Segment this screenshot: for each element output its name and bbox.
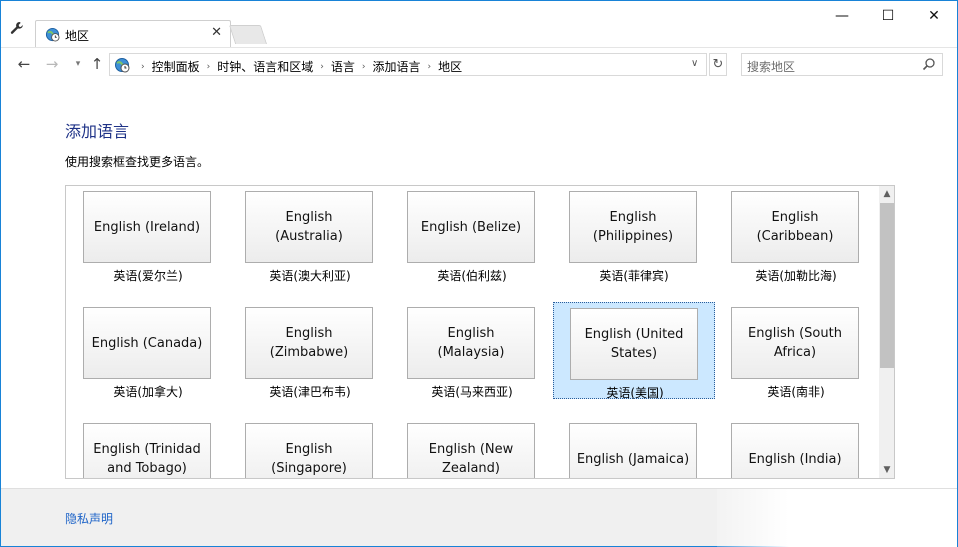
- scrollbar-thumb[interactable]: [880, 203, 894, 368]
- language-label: 英语(加拿大): [113, 385, 183, 399]
- language-card[interactable]: English (Caribbean): [731, 191, 859, 263]
- chevron-right-icon[interactable]: ›: [362, 62, 366, 72]
- refresh-button[interactable]: ↻: [709, 53, 727, 76]
- breadcrumb-language[interactable]: 语言: [331, 58, 355, 75]
- breadcrumb: › 控制面板 › 时钟、语言和区域 › 语言 › 添加语言 › 地区: [134, 58, 462, 75]
- language-item[interactable]: English (Jamaica): [553, 418, 715, 478]
- new-tab-button[interactable]: [228, 25, 268, 44]
- tab-region[interactable]: 地区 ✕: [35, 20, 231, 47]
- language-label: 英语(加勒比海): [755, 269, 837, 283]
- language-item[interactable]: English (New Zealand): [391, 418, 553, 478]
- language-label: 英语(菲律宾): [599, 269, 669, 283]
- globe-clock-icon: [115, 58, 130, 73]
- tab-title: 地区: [65, 29, 90, 43]
- wrench-icon[interactable]: [10, 21, 24, 35]
- forward-button[interactable]: →: [43, 55, 61, 73]
- language-card[interactable]: English (India): [731, 423, 859, 478]
- title-bar: 地区 ✕ — ☐ ✕: [1, 1, 957, 47]
- search-placeholder: 搜索地区: [747, 60, 796, 74]
- globe-clock-icon: [45, 27, 60, 42]
- up-button[interactable]: ↑: [88, 55, 106, 73]
- language-item[interactable]: English (Caribbean) 英语(加勒比海): [715, 186, 877, 283]
- language-item[interactable]: English (Australia) 英语(澳大利亚): [229, 186, 391, 283]
- language-item[interactable]: English (Ireland) 英语(爱尔兰): [67, 186, 229, 283]
- chevron-right-icon[interactable]: ›: [141, 62, 145, 72]
- language-item[interactable]: English (Canada) 英语(加拿大): [67, 302, 229, 399]
- language-card[interactable]: English (Trinidad and Tobago): [83, 423, 211, 478]
- language-item[interactable]: English (Philippines) 英语(菲律宾): [553, 186, 715, 283]
- footer-fade: [717, 489, 957, 547]
- scroll-up-icon[interactable]: ▲: [879, 186, 894, 202]
- language-label: 英语(津巴布韦): [269, 385, 351, 399]
- language-card[interactable]: English (Malaysia): [407, 307, 535, 379]
- search-input[interactable]: 搜索地区: [741, 53, 943, 76]
- close-tab-icon[interactable]: ✕: [211, 25, 222, 40]
- language-card[interactable]: English (Australia): [245, 191, 373, 263]
- search-icon[interactable]: [922, 57, 936, 71]
- breadcrumb-clock-language-region[interactable]: 时钟、语言和区域: [217, 58, 313, 75]
- address-bar[interactable]: › 控制面板 › 时钟、语言和区域 › 语言 › 添加语言 › 地区 ∨: [109, 53, 707, 76]
- chevron-down-icon[interactable]: ∨: [691, 58, 698, 69]
- breadcrumb-add-language[interactable]: 添加语言: [372, 58, 420, 75]
- footer: 隐私声明: [1, 488, 957, 547]
- language-card[interactable]: English (Zimbabwe): [245, 307, 373, 379]
- language-item[interactable]: English (United States) 英语(美国): [553, 302, 715, 400]
- navigation-bar: ← → ▾ ↑ › 控制面板 › 时钟、语言和区域 › 语言 › 添加语言 › …: [1, 47, 957, 80]
- language-label: 英语(爱尔兰): [113, 269, 183, 283]
- language-label: 英语(南非): [767, 385, 825, 399]
- language-item[interactable]: English (Singapore): [229, 418, 391, 478]
- page-title: 添加语言: [65, 122, 130, 141]
- window-close-button[interactable]: ✕: [911, 1, 957, 32]
- instruction-text: 使用搜索框查找更多语言。: [65, 155, 210, 169]
- language-card[interactable]: English (South Africa): [731, 307, 859, 379]
- chevron-right-icon[interactable]: ›: [428, 62, 432, 72]
- scroll-down-icon[interactable]: ▼: [879, 462, 894, 478]
- language-card[interactable]: English (New Zealand): [407, 423, 535, 478]
- control-panel-window: 地区 ✕ — ☐ ✕ ← → ▾ ↑ › 控制面板 › 时钟、语言和区域 › 语…: [0, 0, 958, 547]
- language-label: 英语(马来西亚): [431, 385, 513, 399]
- language-item[interactable]: English (Belize) 英语(伯利兹): [391, 186, 553, 283]
- language-label: 英语(美国): [606, 386, 664, 400]
- maximize-button[interactable]: ☐: [865, 1, 911, 32]
- language-card[interactable]: English (Philippines): [569, 191, 697, 263]
- breadcrumb-control-panel[interactable]: 控制面板: [152, 58, 200, 75]
- language-label: 英语(伯利兹): [437, 269, 507, 283]
- chevron-right-icon[interactable]: ›: [320, 62, 324, 72]
- breadcrumb-region[interactable]: 地区: [438, 58, 462, 75]
- vertical-scrollbar[interactable]: ▲ ▼: [879, 186, 894, 478]
- language-card[interactable]: English (Belize): [407, 191, 535, 263]
- language-item[interactable]: English (Zimbabwe) 英语(津巴布韦): [229, 302, 391, 399]
- chevron-right-icon[interactable]: ›: [207, 62, 211, 72]
- language-card[interactable]: English (United States): [570, 308, 698, 380]
- recent-locations-button[interactable]: ▾: [69, 55, 87, 73]
- language-card[interactable]: English (Ireland): [83, 191, 211, 263]
- language-item[interactable]: English (South Africa) 英语(南非): [715, 302, 877, 399]
- language-list[interactable]: English (Ireland) 英语(爱尔兰) English (Austral…: [65, 185, 895, 479]
- language-label: 英语(澳大利亚): [269, 269, 351, 283]
- language-card[interactable]: English (Singapore): [245, 423, 373, 478]
- language-item[interactable]: English (Trinidad and Tobago): [67, 418, 229, 478]
- language-item[interactable]: English (Malaysia) 英语(马来西亚): [391, 302, 553, 399]
- language-item[interactable]: English (India): [715, 418, 877, 478]
- back-button[interactable]: ←: [15, 55, 33, 73]
- minimize-button[interactable]: —: [819, 1, 865, 32]
- language-card[interactable]: English (Jamaica): [569, 423, 697, 478]
- language-card[interactable]: English (Canada): [83, 307, 211, 379]
- privacy-statement-link[interactable]: 隐私声明: [65, 510, 113, 527]
